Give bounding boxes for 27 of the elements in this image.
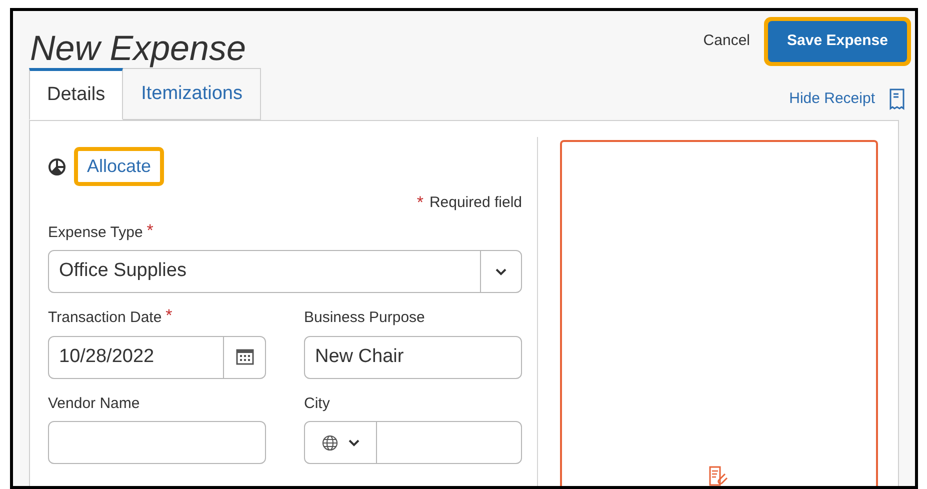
- date-field[interactable]: 10/28/2022: [48, 336, 266, 378]
- field-label: Business Purpose: [304, 308, 425, 328]
- field-label: Transaction Date: [48, 308, 162, 328]
- required-asterisk: *: [146, 222, 154, 238]
- field-label: Expense Type: [48, 222, 143, 242]
- allocate-link[interactable]: Allocate: [74, 147, 164, 186]
- required-asterisk: *: [166, 307, 172, 324]
- input-field[interactable]: [48, 421, 266, 464]
- pie-chart-icon: [48, 158, 66, 176]
- hide-receipt-link[interactable]: Hide Receipt: [789, 88, 875, 110]
- city-field[interactable]: [304, 421, 522, 464]
- input-field[interactable]: New Chair: [304, 336, 522, 378]
- document-clip-icon: [708, 466, 730, 486]
- calendar-icon[interactable]: [236, 349, 254, 365]
- save-expense-button[interactable]: Save Expense: [768, 21, 907, 62]
- field-label: City: [304, 394, 330, 414]
- receipt-icon: [889, 88, 905, 110]
- tab[interactable]: Details: [29, 68, 124, 120]
- chevron-down-icon: [348, 438, 360, 446]
- required-field-note: Required field: [429, 192, 522, 212]
- cancel-button[interactable]: Cancel: [701, 21, 752, 62]
- tab[interactable]: Itemizations: [123, 68, 262, 120]
- globe-icon: [322, 434, 338, 450]
- field-label: Vendor Name: [48, 394, 140, 414]
- expense-type-dropdown[interactable]: Office Supplies: [48, 250, 522, 293]
- page-title: New Expense: [30, 28, 246, 70]
- required-asterisk: *: [416, 192, 424, 214]
